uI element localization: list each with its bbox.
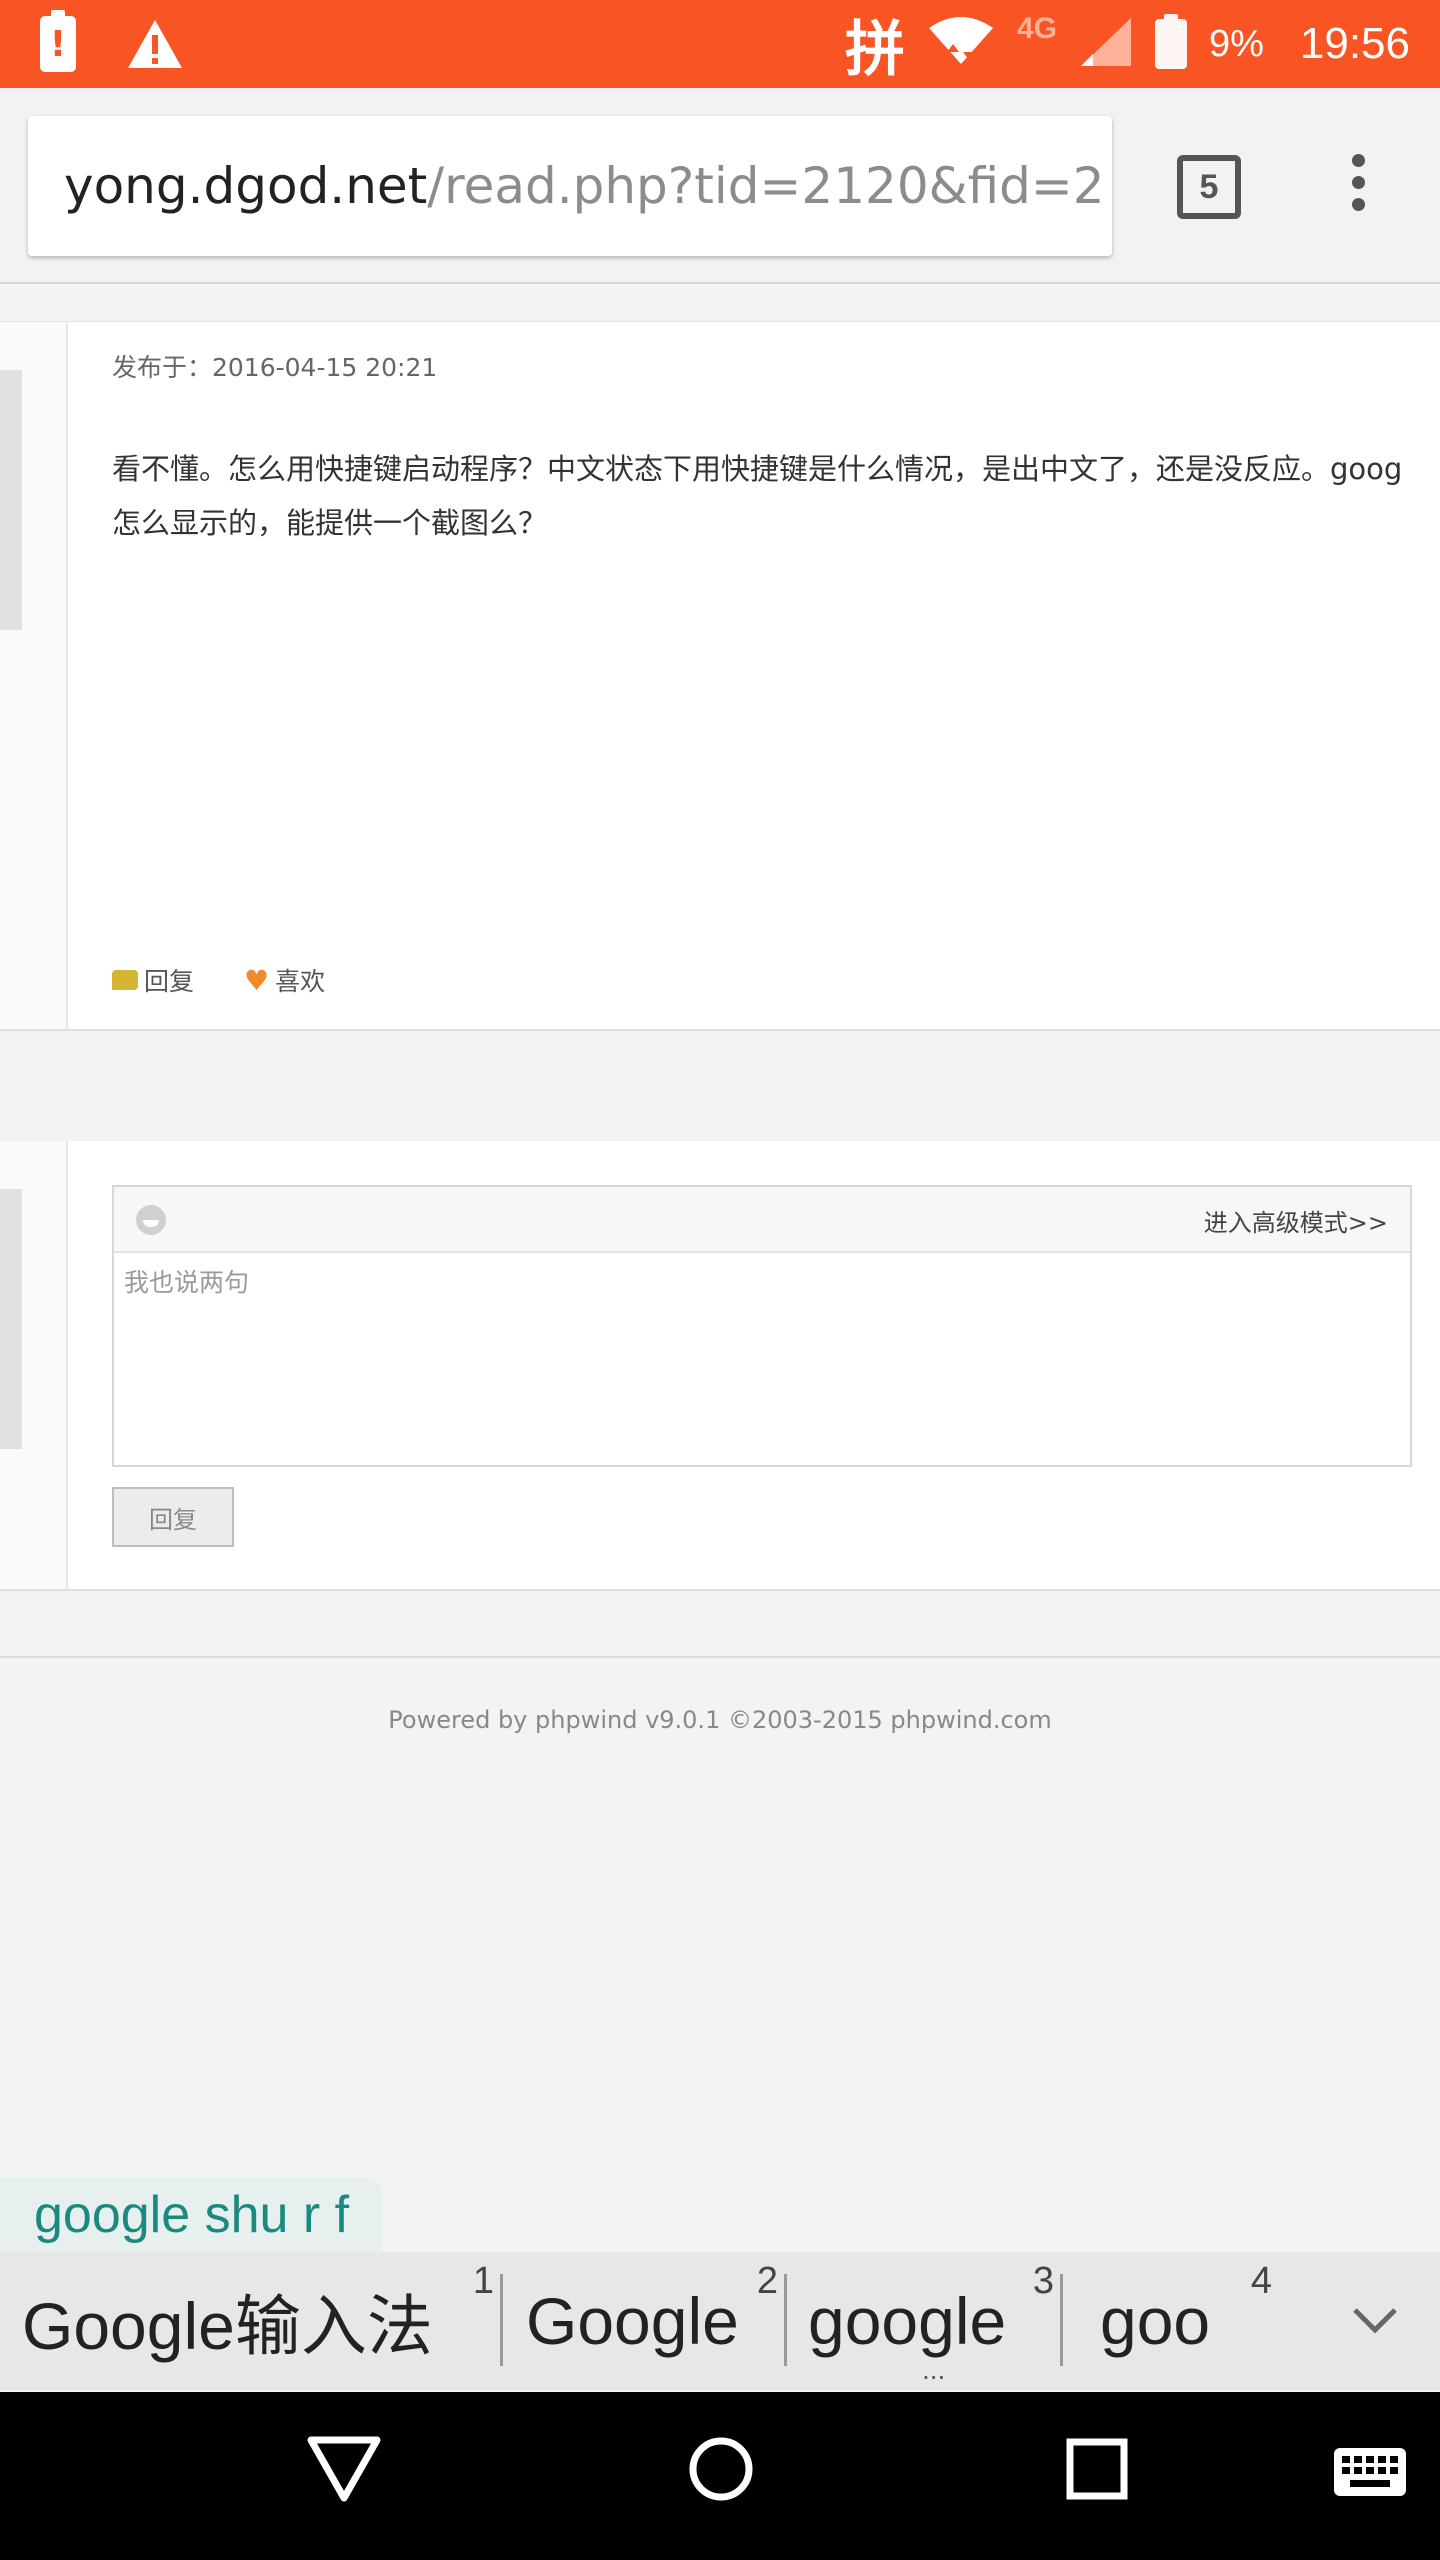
wifi-icon: [927, 14, 995, 74]
emoji-icon[interactable]: [136, 1205, 166, 1235]
quick-reply-card: 进入高级模式>> 回复: [0, 1141, 1440, 1591]
post-author-column: [0, 322, 68, 1029]
post-date: 发布于：2016-04-15 20:21: [112, 353, 438, 382]
system-navigation-bar: [0, 2392, 1440, 2560]
home-icon[interactable]: [688, 2436, 754, 2506]
reply-textarea[interactable]: [114, 1253, 1410, 1463]
reply-submit-button[interactable]: 回复: [112, 1487, 234, 1547]
tab-switcher-button[interactable]: 5: [1177, 155, 1241, 219]
ime-candidate[interactable]: goo 4: [1060, 2252, 1282, 2390]
url-path: /read.php?tid=2120&fid=2: [427, 157, 1105, 215]
ime-composing-text: google shu r f: [0, 2178, 384, 2252]
battery-icon: [1154, 14, 1187, 69]
footer-divider: [0, 1656, 1440, 1658]
heart-icon: ♥: [244, 963, 270, 997]
comment-icon: [112, 970, 138, 990]
like-link[interactable]: ♥ 喜欢: [244, 962, 325, 998]
reply-link[interactable]: 回复: [112, 962, 194, 998]
ime-candidate-bar: Google输入法 1 Google 2 google 3... goo 4: [0, 2252, 1440, 2390]
keyboard-icon[interactable]: [1334, 2448, 1406, 2500]
signal-icon: [1079, 16, 1133, 72]
ime-candidate[interactable]: Google输入法 1: [0, 2252, 500, 2390]
post-body-line: 怎么显示的，能提供一个截图么？: [112, 506, 548, 540]
post-actions: 回复 ♥ 喜欢: [112, 962, 325, 998]
footer-text: Powered by phpwind v9.0.1 ©2003-2015 php…: [388, 1706, 1052, 1734]
browser-toolbar: yong.dgod.net/read.php?tid=2120&fid=2 5: [0, 88, 1440, 284]
warning-icon: [126, 18, 184, 70]
post-card: 发布于：2016-04-15 20:21 看不懂。怎么用快捷键启动程序？中文状态…: [0, 321, 1440, 1031]
section-gap: [0, 1031, 1440, 1141]
editor-toolbar: 进入高级模式>>: [114, 1187, 1410, 1253]
avatar: [0, 1189, 22, 1449]
ime-candidate[interactable]: google 3...: [784, 2252, 1060, 2390]
battery-alert-icon: !: [40, 10, 76, 72]
network-type-label: 4G: [1016, 12, 1057, 45]
back-icon[interactable]: [306, 2434, 382, 2508]
post-body-line: 看不懂。怎么用快捷键启动程序？中文状态下用快捷键是什么情况，是出中文了，还是没反…: [112, 452, 1403, 486]
chevron-down-icon[interactable]: [1330, 2252, 1420, 2390]
input-method-indicator: 拼: [844, 14, 905, 85]
advanced-mode-link[interactable]: 进入高级模式>>: [1204, 1203, 1388, 1238]
battery-percent: 9%: [1208, 22, 1264, 65]
avatar[interactable]: [0, 370, 22, 630]
recents-icon[interactable]: [1066, 2438, 1128, 2504]
url-host: yong.dgod.net: [64, 157, 428, 215]
post-body: 看不懂。怎么用快捷键启动程序？中文状态下用快捷键是什么情况，是出中文了，还是没反…: [112, 442, 1440, 550]
reply-editor: 进入高级模式>>: [112, 1185, 1412, 1467]
overflow-menu-icon[interactable]: [1345, 154, 1371, 212]
clock: 19:56: [1299, 19, 1410, 68]
url-bar[interactable]: yong.dgod.net/read.php?tid=2120&fid=2: [28, 116, 1112, 256]
reply-author-column: [0, 1141, 68, 1589]
status-bar: ! 拼 4G 9% 19:56: [0, 0, 1440, 88]
ime-candidate[interactable]: Google 2: [500, 2252, 784, 2390]
